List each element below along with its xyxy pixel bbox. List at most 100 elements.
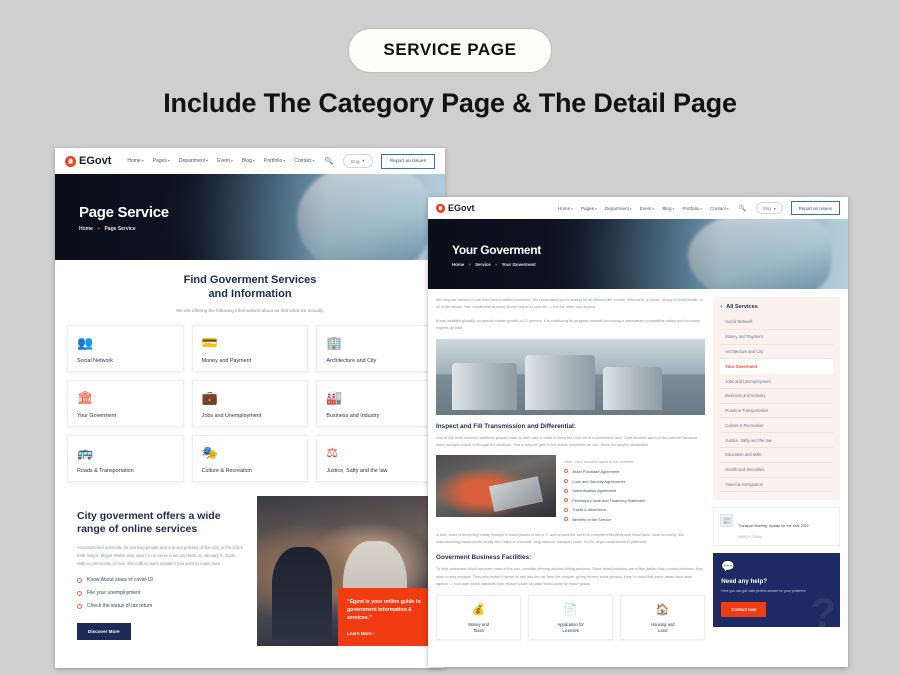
news-widget[interactable]: 📰 Transport Briefing: Update for the Yea…	[713, 507, 840, 547]
service-card[interactable]: 🏭 Business and Industry	[316, 379, 433, 427]
facility-card[interactable]: 📄 Application for Licenses	[528, 595, 614, 641]
sidebar-item-travel-and-immigration[interactable]: Travel & Immigration	[720, 478, 833, 493]
nav-item-blog[interactable]: Blog▾	[242, 158, 255, 164]
sidebar-item-your-goverment[interactable]: Your Goverment	[720, 359, 833, 375]
service-card[interactable]: 🏛 Your Goverment	[67, 379, 184, 427]
service-card-label: Jobs and Unemployment	[201, 412, 262, 419]
sidebar-item-jobs-and-unemployment[interactable]: Jobs and Unemployment	[720, 374, 833, 389]
facility-card-label: Money and Taxes	[441, 622, 516, 634]
nav-item-portfolio[interactable]: Portfolio▾	[264, 158, 285, 164]
service-card-label: Social Network	[77, 357, 113, 364]
report-an-issues-button[interactable]: Report an Issues	[380, 153, 435, 169]
hero-banner-1: Page Service Home » Page Service	[55, 174, 445, 260]
nav-item-blog[interactable]: Blog▾	[662, 206, 674, 211]
language-selector[interactable]: Eng ▾	[756, 202, 783, 214]
sidebar-item-education-and-skills[interactable]: Education and skills	[720, 448, 833, 463]
promo-bullet-label: Check the status of tax return	[87, 603, 153, 610]
sidebar-item-culture-and-recreation[interactable]: Culture & Recreation	[720, 418, 833, 434]
egovt-logo-icon	[436, 203, 445, 213]
facility-label-line1: Application for	[557, 622, 584, 628]
nav-label: Pages	[580, 205, 595, 211]
contact-now-button[interactable]: Contact now	[721, 601, 767, 617]
nav-item-home[interactable]: Home▾	[127, 158, 143, 164]
bullet-dot-icon	[77, 603, 82, 609]
nav-item-home[interactable]: Home▾	[558, 206, 573, 211]
chevron-down-icon: ▾	[167, 158, 170, 163]
bullet-item[interactable]: Promissory Note and Financing Statement	[564, 498, 705, 503]
nav-label: Pages	[152, 158, 167, 164]
brand-logo-1[interactable]: EGovt	[65, 155, 111, 167]
facility-label-line2: Licenses	[562, 628, 579, 634]
service-card[interactable]: 🚌 Roads & Transportation	[67, 434, 184, 482]
all-services-heading: ‹ All Services	[720, 304, 833, 310]
nav-item-contact[interactable]: Contact▾	[294, 158, 314, 164]
promo-bullet-item[interactable]: Know About staus of covid-19	[77, 577, 245, 583]
service-card[interactable]: 👥 Social Network	[67, 324, 184, 372]
worker-photo	[436, 455, 557, 518]
section-subtitle-1: We are offering the following informatio…	[175, 307, 325, 313]
sidebar-item-social-network[interactable]: Social Network	[720, 315, 833, 330]
service-card-label: Culture & Recreation	[201, 467, 252, 474]
bullet-item[interactable]: Subordination Agreement	[564, 488, 705, 493]
brand-logo-2[interactable]: EGovt	[436, 203, 475, 213]
nav-item-pages[interactable]: Pages▾	[153, 158, 170, 164]
breadcrumb-separator-icon: »	[97, 226, 101, 232]
report-an-issues-button[interactable]: Report an Issues	[790, 201, 840, 215]
hero-title-1: Page Service	[79, 204, 169, 221]
nav-item-contact[interactable]: Contact▾	[710, 206, 729, 211]
service-card[interactable]: ⚖ Justice, Safty and the law	[316, 434, 433, 482]
sidebar-item-roads-and-transportation[interactable]: Roads & Transportation	[720, 404, 833, 419]
callout-learn-more-link[interactable]: Learn More ›	[347, 631, 426, 636]
breadcrumb-home[interactable]: Home	[452, 262, 464, 267]
service-card[interactable]: 💼 Jobs and Unemployment	[191, 379, 309, 427]
search-icon[interactable]: 🔍	[739, 205, 746, 212]
nav-label: Blog	[241, 158, 252, 164]
language-selector[interactable]: Eng ▾	[343, 154, 373, 168]
services-list: Social Network Money and Payment Archite…	[720, 315, 833, 493]
service-card[interactable]: 🎭 Culture & Recreation	[191, 434, 309, 482]
service-card[interactable]: 💳 Money and Payment	[191, 324, 309, 372]
nav-item-portfolio[interactable]: Portfolio▾	[682, 206, 702, 211]
bullet-item[interactable]: Benefits of the Service	[564, 517, 705, 522]
promo-bullet-item[interactable]: File your unemployment	[77, 590, 245, 596]
breadcrumb-home[interactable]: Home	[79, 226, 93, 232]
chat-icon: 💬	[721, 561, 735, 574]
breadcrumb-2: Home » Service » Your Goverment	[452, 262, 848, 267]
sidebar-item-business-and-industry[interactable]: Business and Industry	[720, 389, 833, 404]
breadcrumb-service[interactable]: Service	[475, 262, 491, 267]
nav-item-event[interactable]: Event▾	[217, 158, 233, 164]
sidebar-item-money-and-payment[interactable]: Money and Payment	[720, 330, 833, 345]
section-heading-1: Find Goverment Services and Information	[65, 274, 435, 302]
chevron-down-icon: ▾	[700, 206, 703, 211]
bullet-item[interactable]: Loan and Security Agreements	[564, 479, 705, 484]
service-page-badge: SERVICE PAGE	[348, 28, 552, 73]
nav-item-event[interactable]: Event▾	[640, 206, 655, 211]
sidebar-item-architecture-and-city[interactable]: Architecture and City	[720, 345, 833, 360]
help-text: Here you can get valid perfect answer fo…	[721, 589, 806, 594]
nav-item-department[interactable]: Department▾	[179, 158, 208, 164]
service-card[interactable]: 🏢 Architecture and City	[316, 324, 433, 372]
nav-item-department[interactable]: Department▾	[605, 206, 632, 211]
facility-label-line1: Money and	[468, 622, 489, 628]
chevron-down-icon: ▾	[230, 158, 233, 163]
chevron-left-icon[interactable]: ‹	[720, 304, 722, 310]
search-icon[interactable]: 🔍	[325, 157, 334, 165]
sidebar-item-justice-safty-and-the-law[interactable]: Justice, Safty and the law	[720, 433, 833, 449]
promo-bullet-label: Know About staus of covid-19	[87, 577, 153, 584]
discover-more-button[interactable]: Discover More	[77, 623, 131, 641]
chevron-down-icon: ▾	[672, 206, 675, 211]
site-header-1: EGovt Home▾ Pages▾ Department▾ Event▾ Bl…	[55, 148, 445, 174]
section-paragraph-transmission: One of the most common additions people …	[436, 435, 698, 447]
nav-label: Portfolio	[263, 158, 283, 164]
facility-card[interactable]: 🏠 Housing and Land	[620, 595, 706, 641]
bullet-item[interactable]: Asset Purchase Agreement	[564, 469, 705, 474]
detail-main-column: We help our clients to build their best …	[436, 297, 706, 641]
sidebar-item-health-and-securities[interactable]: Health and Securities	[720, 463, 833, 478]
hero-title-2: Your Goverment	[452, 243, 541, 257]
nav-item-pages[interactable]: Pages▾	[581, 206, 597, 211]
chevron-down-icon: ▾	[773, 205, 776, 211]
detail-sidebar: ‹ All Services Social Network Money and …	[713, 297, 840, 640]
bullet-item[interactable]: Trustd & Attachions	[564, 507, 705, 512]
facility-card[interactable]: 💰 Money and Taxes	[436, 595, 522, 641]
promo-bullet-item[interactable]: Check the status of tax return	[77, 603, 245, 609]
